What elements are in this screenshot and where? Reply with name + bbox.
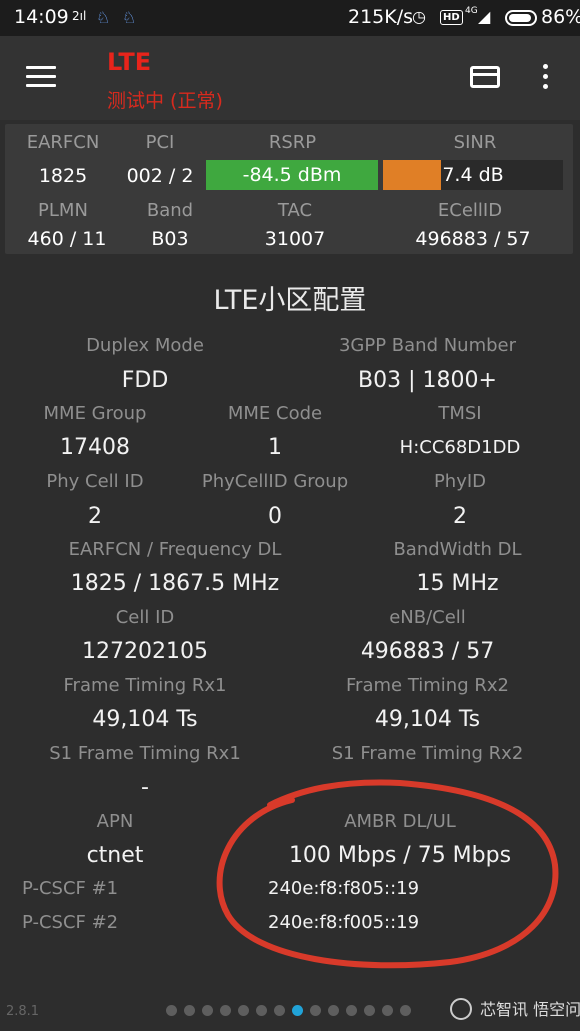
mme-code-value: 1 [268, 435, 282, 460]
pcscf2-value: 240e:f8:f005::19 [268, 912, 420, 933]
tac-label: TAC [277, 200, 313, 221]
page-dot[interactable] [184, 1005, 195, 1016]
earfcn-dl-label: EARFCN / Frequency DL [68, 539, 282, 560]
band-label: Band [146, 200, 194, 221]
signal-icon: 2ıl [72, 9, 87, 23]
page-dot[interactable] [400, 1005, 411, 1016]
qq-icon: ♘ [96, 8, 111, 27]
page-dot[interactable] [202, 1005, 213, 1016]
phy-cell-id-group-label: PhyCellID Group [201, 471, 349, 492]
page-dot[interactable] [274, 1005, 285, 1016]
pcscf2-label: P-CSCF #2 [22, 912, 119, 933]
pcscf1-value: 240e:f8:f805::19 [268, 878, 420, 899]
page-dot[interactable] [220, 1005, 231, 1016]
pci-value: 002 / 2 [126, 165, 194, 187]
plmn-value: 460 / 11 [27, 228, 107, 250]
page-dot[interactable] [256, 1005, 267, 1016]
apn-value: ctnet [86, 843, 144, 868]
status-bar: 14:09 2ıl ♘ ♘ 215K/s ◷ HD 4G ◢ 86% [0, 0, 580, 36]
earfcn-dl-value: 1825 / 1867.5 MHz [70, 571, 280, 596]
hd-badge: HD [440, 10, 463, 25]
earfcn-value: 1825 [38, 165, 88, 187]
ecellid-value: 496883 / 57 [415, 228, 531, 250]
watermark-logo-icon [450, 998, 472, 1020]
tac-value: 31007 [264, 228, 326, 250]
plmn-label: PLMN [38, 200, 88, 221]
enb-cell-value: 496883 / 57 [360, 639, 495, 664]
more-options-icon[interactable] [543, 64, 549, 90]
apn-label: APN [96, 811, 134, 832]
mme-code-label: MME Code [227, 403, 323, 424]
tmsi-value: H:CC68D1DD [399, 437, 521, 458]
app-subtitle: 测试中 (正常) [107, 90, 223, 112]
tmsi-label: TMSI [438, 403, 482, 424]
cell-id-label: Cell ID [115, 607, 175, 628]
earfcn-label: EARFCN [26, 132, 100, 153]
page-dot[interactable] [382, 1005, 393, 1016]
pci-label: PCI [145, 132, 175, 153]
card-icon[interactable] [470, 66, 500, 88]
duplex-mode-value: FDD [121, 368, 169, 393]
page-dot[interactable] [364, 1005, 375, 1016]
rsrp-label: RSRP [268, 132, 317, 153]
pcscf1-label: P-CSCF #1 [22, 878, 119, 899]
battery-icon [505, 10, 537, 26]
frame-timing-rx1-label: Frame Timing Rx1 [63, 675, 227, 696]
ambr-value: 100 Mbps / 75 Mbps [288, 843, 512, 868]
page-dot[interactable] [346, 1005, 357, 1016]
app-bar: LTE 测试中 (正常) [0, 36, 580, 120]
status-time: 14:09 [14, 6, 69, 28]
phy-id-label: PhyID [433, 471, 487, 492]
app-version: 2.8.1 [6, 1004, 40, 1019]
s1-frame-timing-rx2-label: S1 Frame Timing Rx2 [331, 743, 524, 764]
phy-cell-id-label: Phy Cell ID [46, 471, 144, 492]
phy-cell-id-value: 2 [88, 504, 102, 529]
sinr-label: SINR [453, 132, 497, 153]
frame-timing-rx2-label: Frame Timing Rx2 [346, 675, 509, 696]
frame-timing-rx2-value: 49,104 Ts [374, 707, 481, 732]
mme-group-label: MME Group [43, 403, 147, 424]
mme-group-value: 17408 [60, 435, 130, 460]
page-dot[interactable] [238, 1005, 249, 1016]
s1-frame-timing-rx1-value: - [141, 775, 149, 800]
rsrp-bar: -84.5 dBm [206, 160, 378, 190]
sinr-value: 7.4 dB [442, 164, 504, 186]
band-value: B03 [151, 228, 189, 250]
page-dot[interactable] [310, 1005, 321, 1016]
cell-id-value: 127202105 [82, 639, 208, 664]
ecellid-label: ECellID [437, 200, 503, 221]
signal-summary-panel: EARFCN PCI RSRP SINR 1825 002 / 2 -84.5 … [5, 124, 573, 254]
battery-percent: 86% [541, 6, 580, 28]
phy-cell-id-group-value: 0 [268, 504, 282, 529]
network-type: 4G [465, 6, 478, 16]
page-dot[interactable] [166, 1005, 177, 1016]
rsrp-value: -84.5 dBm [242, 164, 342, 186]
bandwidth-dl-value: 15 MHz [416, 571, 499, 596]
frame-timing-rx1-value: 49,104 Ts [92, 707, 198, 732]
ambr-label: AMBR DL/UL [344, 811, 456, 832]
phy-id-value: 2 [453, 504, 467, 529]
menu-icon[interactable] [26, 66, 56, 88]
cell-signal-icon: ◢ [478, 7, 491, 26]
qq-icon: ♘ [122, 8, 137, 27]
band-number-value: B03 | 1800+ [358, 368, 497, 393]
band-number-label: 3GPP Band Number [338, 335, 517, 356]
bandwidth-dl-label: BandWidth DL [393, 539, 522, 560]
alarm-icon: ◷ [412, 7, 426, 26]
s1-frame-timing-rx1-label: S1 Frame Timing Rx1 [49, 743, 241, 764]
section-title: LTE小区配置 [213, 285, 367, 316]
duplex-mode-label: Duplex Mode [86, 335, 204, 356]
app-title: LTE [107, 48, 152, 76]
enb-cell-label: eNB/Cell [389, 607, 466, 628]
sinr-bar: 7.4 dB [383, 160, 563, 190]
page-dot[interactable] [292, 1005, 303, 1016]
watermark: 芯智讯 悟空问答 [480, 1000, 580, 1019]
network-speed: 215K/s [348, 6, 414, 28]
page-dot[interactable] [328, 1005, 339, 1016]
